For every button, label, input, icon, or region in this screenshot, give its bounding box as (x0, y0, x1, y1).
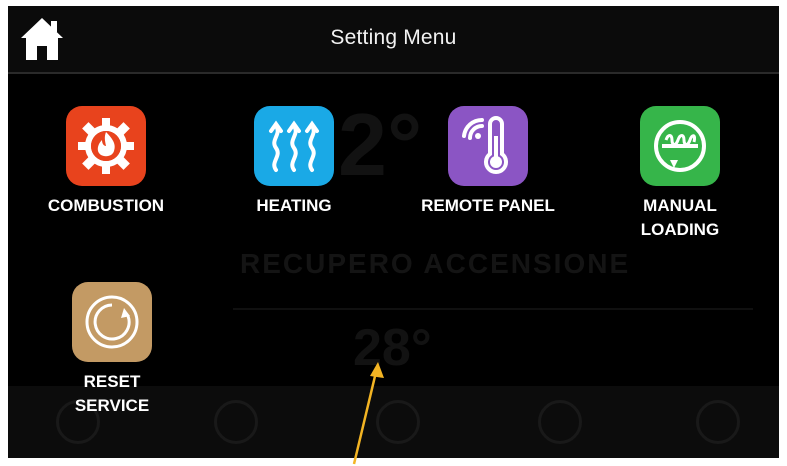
manual-loading-label-line2: LOADING (640, 220, 720, 239)
combustion-button[interactable]: COMBUSTION (36, 106, 176, 218)
background-power-off-icon (696, 400, 740, 444)
remote-panel-tile (448, 106, 528, 186)
page-title: Setting Menu (330, 26, 457, 49)
background-status-text: RECUPERO ACCENSIONE (240, 248, 631, 279)
header-bar: Setting Menu (8, 6, 779, 74)
reset-service-label-line1: RESET (83, 372, 141, 391)
combustion-label: COMBUSTION (47, 196, 165, 215)
flame-gear-icon (78, 118, 134, 174)
remote-panel-button[interactable]: REMOTE PANEL (408, 106, 568, 218)
reset-service-button[interactable]: RESET SERVICE (52, 282, 172, 418)
heat-waves-icon (269, 120, 319, 172)
combustion-tile (66, 106, 146, 186)
background-settings-icon (214, 400, 258, 444)
manual-loading-tile (640, 106, 720, 186)
heating-tile (254, 106, 334, 186)
annotation-arrow (352, 362, 384, 465)
reset-service-label-line2: SERVICE (74, 396, 150, 415)
background-info-icon (538, 400, 582, 444)
remote-panel-label: REMOTE PANEL (421, 196, 555, 215)
heating-label: HEATING (256, 196, 332, 215)
reset-cycle-icon (85, 295, 139, 349)
background-divider (233, 308, 753, 310)
wireless-thermometer-icon (462, 116, 508, 174)
manual-loading-button[interactable]: MANUAL LOADING (620, 106, 740, 242)
manual-loading-label-line1: MANUAL (643, 196, 717, 215)
heating-button[interactable]: HEATING (234, 106, 354, 218)
auger-icon (654, 120, 706, 172)
reset-service-tile (72, 282, 152, 362)
